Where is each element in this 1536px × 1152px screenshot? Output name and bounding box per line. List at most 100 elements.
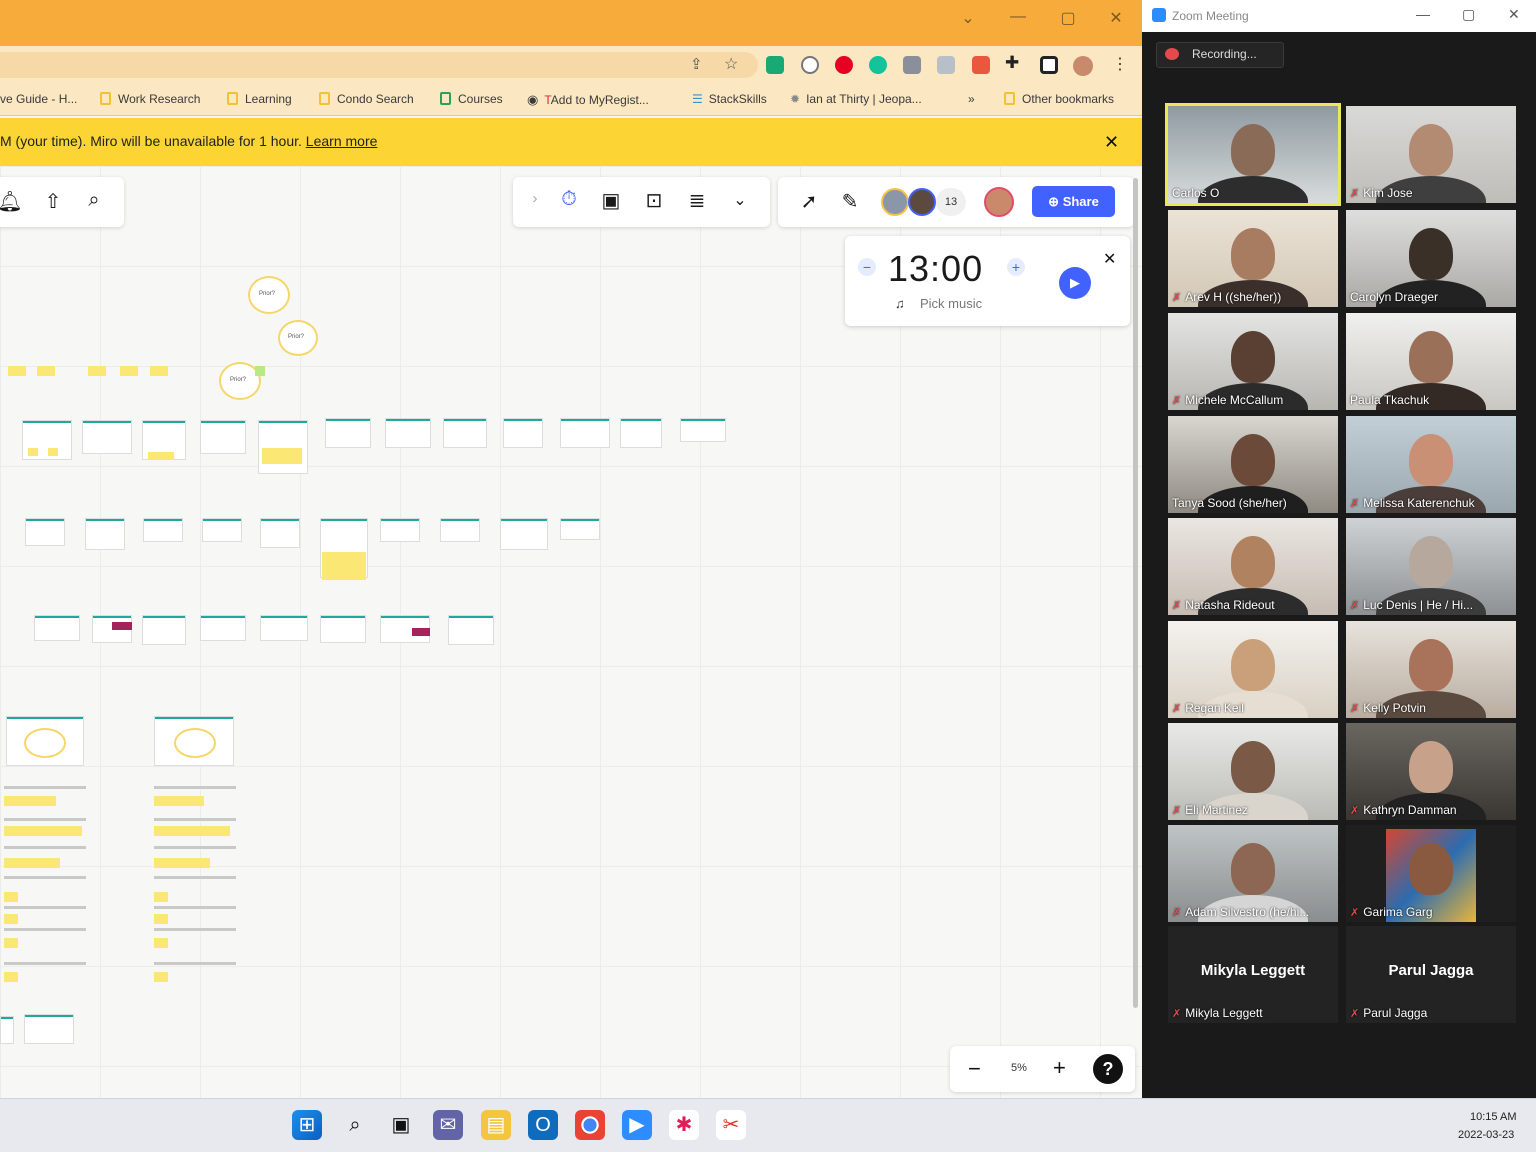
board-frame[interactable]: [143, 518, 183, 542]
zoom-out-button[interactable]: −: [968, 1056, 981, 1082]
upload-icon[interactable]: ⇧: [40, 189, 66, 214]
bookmark-item[interactable]: ◉ TAdd to MyRegist...: [527, 92, 649, 108]
card-icon[interactable]: ▣: [598, 188, 624, 213]
zoom-close-button[interactable]: ✕: [1508, 6, 1520, 23]
extension-icon[interactable]: [937, 56, 955, 74]
board-frame[interactable]: [34, 615, 80, 641]
sticky-note[interactable]: [8, 366, 26, 376]
minimize-button[interactable]: —: [1008, 8, 1028, 26]
timer-plus-button[interactable]: +: [1007, 258, 1025, 276]
bookmark-item[interactable]: Other bookmarks: [1004, 92, 1114, 106]
bookmark-item[interactable]: Condo Search: [319, 92, 414, 106]
task-view-icon[interactable]: ▣: [386, 1110, 416, 1140]
maximize-button[interactable]: ▢: [1058, 8, 1078, 28]
participant-tile[interactable]: ✗ Natasha Rideout: [1168, 518, 1338, 615]
zoom-maximize-button[interactable]: ▢: [1462, 6, 1475, 23]
extension-icon[interactable]: [972, 56, 990, 74]
sticky-note[interactable]: [4, 892, 18, 902]
participant-tile[interactable]: ✗ Arev H ((she/her)): [1168, 210, 1338, 307]
pick-music-button[interactable]: Pick music: [920, 296, 982, 311]
timer-play-button[interactable]: ▶: [1059, 267, 1091, 299]
board-frame[interactable]: [385, 418, 431, 448]
close-button[interactable]: ✕: [1106, 8, 1126, 28]
teams-chat-icon[interactable]: ✉: [433, 1110, 463, 1140]
board-frame[interactable]: [680, 418, 726, 442]
board-frame[interactable]: [82, 420, 132, 454]
zoom-minimize-button[interactable]: —: [1416, 6, 1430, 22]
bookmark-item[interactable]: Work Research: [100, 92, 200, 106]
board-frame[interactable]: [503, 418, 543, 448]
sticky-note[interactable]: [154, 858, 210, 868]
collaborator-avatar[interactable]: [908, 188, 936, 216]
participant-tile[interactable]: Tanya Sood (she/her): [1168, 416, 1338, 513]
bookmark-item[interactable]: Courses: [440, 92, 503, 106]
board-frame[interactable]: [560, 418, 610, 448]
participant-tile[interactable]: Carolyn Draeger: [1346, 210, 1516, 307]
pinterest-icon[interactable]: [835, 56, 853, 74]
chevron-right-icon[interactable]: ›: [522, 190, 548, 207]
my-avatar[interactable]: [984, 187, 1014, 217]
participant-tile[interactable]: ✗ Michele McCallum: [1168, 313, 1338, 410]
search-icon[interactable]: ⌕: [340, 1110, 370, 1140]
diagram-node[interactable]: [24, 728, 66, 758]
file-explorer-icon[interactable]: ▤: [481, 1110, 511, 1140]
timer-close-icon[interactable]: ✕: [1103, 249, 1116, 269]
timer-minus-button[interactable]: −: [858, 258, 876, 276]
start-windows-icon[interactable]: ⊞: [292, 1110, 322, 1140]
participant-tile-no-video[interactable]: Mikyla Leggett ✗ Mikyla Leggett: [1168, 926, 1338, 1023]
banner-close-icon[interactable]: ✕: [1104, 132, 1119, 153]
participant-tile-active-speaker[interactable]: Carlos O: [1165, 103, 1341, 206]
sticky-note[interactable]: [37, 366, 55, 376]
board-frame[interactable]: [440, 518, 480, 542]
collaborators-count[interactable]: 13: [936, 188, 966, 216]
cursor-icon[interactable]: ➚: [796, 189, 822, 214]
taskbar-time[interactable]: 10:15 AM: [1470, 1111, 1516, 1123]
side-panel-icon[interactable]: [1040, 56, 1058, 74]
sticky-note[interactable]: [154, 796, 204, 806]
sticky-note[interactable]: [120, 366, 138, 376]
zoom-level[interactable]: 5%: [1011, 1062, 1027, 1074]
participant-tile[interactable]: ✗ Melissa Katerenchuk: [1346, 416, 1516, 513]
participant-tile[interactable]: ✗ Kathryn Damman: [1346, 723, 1516, 820]
snipping-tool-icon[interactable]: ✂: [716, 1110, 746, 1140]
sticky-note[interactable]: [28, 448, 38, 456]
board-frame[interactable]: [260, 518, 300, 548]
chrome-icon[interactable]: [575, 1110, 605, 1140]
taskbar-date[interactable]: 2022-03-23: [1458, 1129, 1514, 1141]
help-button[interactable]: ?: [1093, 1054, 1123, 1084]
sticky-note[interactable]: [150, 366, 168, 376]
sticky-note[interactable]: [4, 826, 82, 836]
sticky-note[interactable]: [322, 552, 366, 580]
participant-tile[interactable]: ✗ Kim Jose: [1346, 106, 1516, 203]
bookmarks-overflow-button[interactable]: »: [968, 92, 975, 106]
sticky-note[interactable]: [154, 972, 168, 982]
board-frame[interactable]: [380, 518, 420, 542]
board-frame[interactable]: [320, 615, 366, 643]
board-frame[interactable]: [260, 615, 308, 641]
board-frame[interactable]: [142, 615, 186, 645]
bookmark-item[interactable]: ☰ StackSkills: [692, 92, 767, 106]
board-frame[interactable]: [443, 418, 487, 448]
notifications-bell-icon[interactable]: 🔔︎: [0, 189, 23, 214]
more-tools-icon[interactable]: ⌄: [727, 190, 753, 210]
board-frame[interactable]: [620, 418, 662, 448]
board-frame[interactable]: [202, 518, 242, 542]
participant-tile[interactable]: ✗ Adam Silvestro (he/hi...: [1168, 825, 1338, 922]
timer-icon[interactable]: ⏱︎: [556, 188, 582, 211]
board-frame[interactable]: [85, 518, 125, 550]
board-frame[interactable]: [0, 1016, 14, 1044]
profile-avatar[interactable]: [1073, 56, 1093, 76]
vertical-scrollbar[interactable]: [1133, 178, 1138, 1008]
extension-icon[interactable]: [766, 56, 784, 74]
notes-icon[interactable]: ≣: [684, 188, 710, 213]
sticky-note[interactable]: [262, 448, 302, 464]
bookmark-item[interactable]: ve Guide - H...: [0, 92, 77, 106]
board-frame[interactable]: [25, 518, 65, 546]
zoom-in-button[interactable]: +: [1053, 1055, 1066, 1081]
sticky-note[interactable]: [48, 448, 58, 456]
bookmark-item[interactable]: Learning: [227, 92, 292, 106]
share-page-icon[interactable]: ⇪: [690, 55, 703, 73]
board-frame[interactable]: [448, 615, 494, 645]
extension-icon[interactable]: [801, 56, 819, 74]
bookmark-star-icon[interactable]: ☆: [724, 54, 738, 74]
